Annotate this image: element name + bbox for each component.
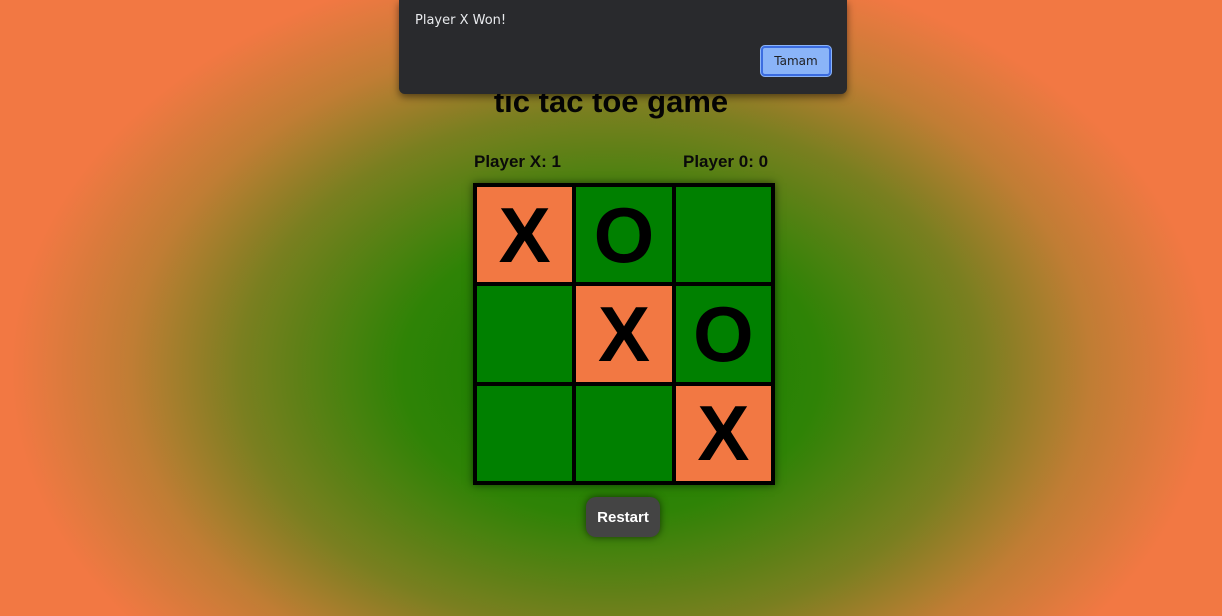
board-cell-6[interactable]: O xyxy=(673,284,773,384)
alert-dialog: Player X Won! Tamam xyxy=(399,0,847,94)
game-board: X O X O X xyxy=(473,183,775,485)
board-cell-7[interactable] xyxy=(475,383,575,483)
board-cell-9[interactable]: X xyxy=(673,383,773,483)
restart-button[interactable]: Restart xyxy=(586,497,660,537)
board-cell-1[interactable]: X xyxy=(475,185,575,285)
board-cell-4[interactable] xyxy=(475,284,575,384)
board-cell-8[interactable] xyxy=(574,383,674,483)
alert-ok-button[interactable]: Tamam xyxy=(761,46,831,76)
score-player-x: Player X: 1 xyxy=(474,152,561,171)
alert-message: Player X Won! xyxy=(415,13,507,28)
board-cell-2[interactable]: O xyxy=(574,185,674,285)
score-player-o: Player 0: 0 xyxy=(683,152,769,171)
board-cell-3[interactable] xyxy=(673,185,773,285)
board-cell-5[interactable]: X xyxy=(574,284,674,384)
